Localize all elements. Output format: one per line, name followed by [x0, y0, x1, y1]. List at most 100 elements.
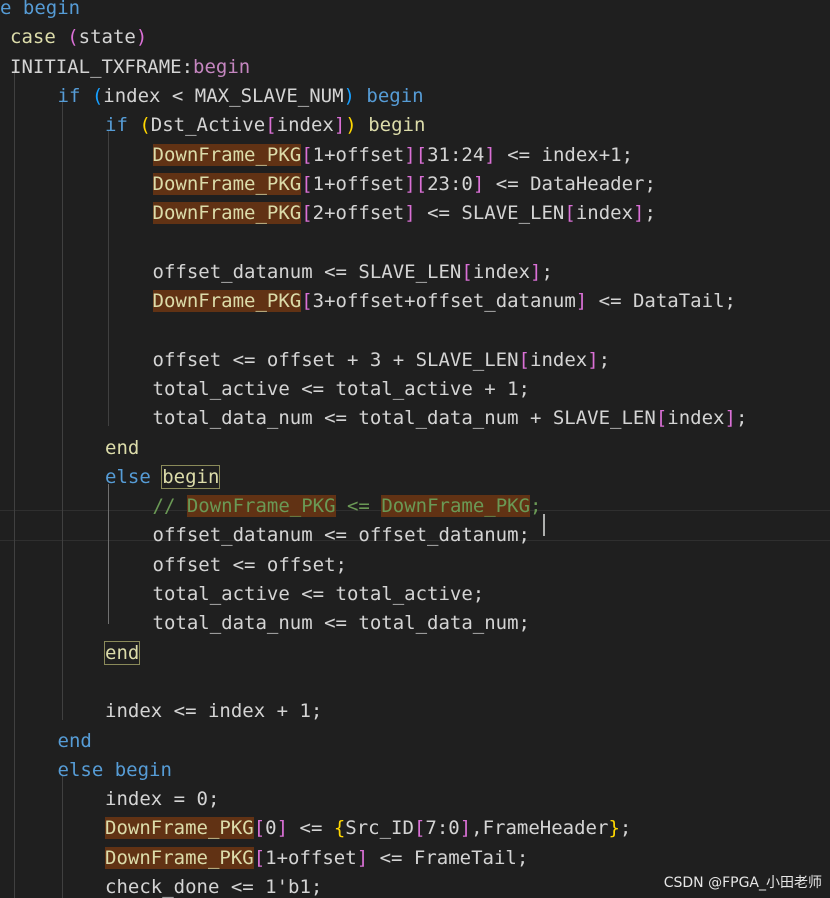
code-token: <= DataTail; — [587, 290, 736, 312]
code-token: [ — [518, 348, 530, 371]
code-line[interactable]: // DownFrame_PKG <= DownFrame_PKG; — [152, 492, 541, 521]
code-token: end — [105, 436, 140, 459]
indent-guide — [62, 776, 63, 898]
code-token: index — [575, 202, 634, 225]
indent-guide — [108, 484, 109, 624]
code-token: DownFrame_PKG — [186, 495, 336, 518]
code-line[interactable]: DownFrame_PKG[1+offset][23:0] <= DataHea… — [152, 170, 656, 199]
code-token: ] — [587, 348, 599, 371]
code-token: begin — [193, 55, 251, 78]
code-token: // — [152, 495, 187, 518]
code-token: ) — [345, 114, 357, 137]
code-line[interactable]: INITIAL_TXFRAME:begin — [10, 53, 250, 82]
code-token: begin — [161, 464, 221, 489]
code-token: DownFrame_PKG — [105, 817, 254, 840]
code-token: ] — [333, 114, 346, 137]
code-line[interactable]: total_active <= total_active + 1; — [153, 375, 531, 404]
code-token: index = 0; — [105, 788, 220, 811]
code-token: index — [472, 260, 531, 283]
code-token: ] — [404, 202, 416, 225]
code-line[interactable]: DownFrame_PKG[2+offset] <= SLAVE_LEN[ind… — [152, 199, 656, 228]
code-line[interactable]: end — [103, 639, 141, 668]
code-line[interactable]: case (state) — [10, 23, 147, 52]
code-token: 0 — [265, 817, 277, 840]
code-line[interactable]: e begin — [0, 0, 80, 23]
code-token: DownFrame_PKG — [152, 143, 302, 166]
code-token: total_data_num <= total_data_num; — [152, 612, 531, 635]
code-token: ) — [135, 26, 148, 49]
code-token: [ — [415, 172, 428, 195]
indent-guide — [62, 100, 63, 720]
code-line[interactable]: total_active <= total_active; — [153, 580, 485, 609]
code-token: ] — [724, 407, 736, 430]
code-line[interactable]: DownFrame_PKG[3+offset+offset_datanum] <… — [152, 287, 736, 316]
code-token: 3+offset+offset_datanum — [312, 290, 576, 312]
watermark: CSDN @FPGA_小田老师 — [663, 875, 822, 891]
indent-guide — [14, 70, 15, 898]
code-token: } — [608, 817, 620, 840]
code-token: [ — [413, 817, 426, 840]
code-token: case — [10, 26, 56, 49]
code-line[interactable]: end — [105, 434, 139, 463]
code-token: Dst_Active — [150, 114, 266, 137]
code-token: [ — [301, 202, 313, 225]
code-line[interactable]: end — [58, 727, 92, 756]
code-token: <= DataHeader; — [484, 172, 656, 195]
code-editor[interactable]: e begin case (state) INITIAL_TXFRAME:begin… — [0, 0, 830, 898]
code-token: check_done <= 1'b1; — [105, 876, 323, 898]
code-token: offset_datanum <= offset_datanum; — [152, 524, 531, 547]
code-token: index — [530, 348, 588, 371]
code-token: state — [78, 26, 136, 49]
code-token: ( — [139, 114, 151, 137]
code-line[interactable]: offset <= offset + 3 + SLAVE_LEN[index]; — [153, 346, 611, 375]
indent-guide — [108, 130, 109, 426]
code-token: ] — [484, 143, 496, 166]
code-line[interactable]: offset_datanum <= offset_datanum; — [153, 521, 531, 550]
code-line[interactable]: DownFrame_PKG[0] <= {Src_ID[7:0],FrameHe… — [105, 814, 631, 843]
code-token: ; — [598, 348, 611, 371]
code-line[interactable]: else begin — [105, 463, 221, 492]
code-line[interactable]: total_data_num <= total_data_num; — [153, 609, 531, 638]
code-line[interactable]: index = 0; — [105, 785, 219, 814]
code-token: ] — [575, 290, 588, 312]
code-token: ] — [404, 143, 416, 166]
code-token: offset <= offset; — [152, 553, 347, 576]
code-token: else — [57, 758, 104, 781]
code-token: offset_datanum <= SLAVE_LEN — [152, 260, 462, 283]
code-line[interactable]: if (index < MAX_SLAVE_NUM) begin — [58, 82, 424, 111]
code-token: offset <= offset + 3 + SLAVE_LEN — [152, 348, 519, 371]
code-token: index < MAX_SLAVE_NUM — [103, 84, 344, 107]
code-line[interactable]: if (Dst_Active[index]) begin — [105, 111, 425, 140]
code-token: end — [103, 640, 141, 665]
code-token: else — [105, 465, 151, 488]
code-line[interactable]: else begin — [58, 756, 172, 785]
code-token: ; — [541, 260, 553, 283]
code-token: index — [276, 114, 334, 137]
code-token: ) — [343, 84, 355, 107]
code-token: DownFrame_PKG — [381, 495, 531, 518]
code-token: end — [57, 729, 92, 752]
code-token: ] — [633, 202, 645, 225]
code-token: INITIAL_TXFRAME — [10, 55, 182, 78]
code-token: total_data_num <= total_data_num + SLAVE… — [152, 407, 656, 430]
code-token: 7:0 — [425, 817, 460, 840]
code-token: [ — [301, 143, 313, 166]
code-token: ] — [404, 172, 416, 195]
code-line[interactable]: DownFrame_PKG[1+offset] <= FrameTail; — [105, 844, 528, 873]
code-token: [ — [265, 114, 277, 137]
code-token: ( — [91, 84, 104, 107]
code-line[interactable]: total_data_num <= total_data_num + SLAVE… — [153, 404, 748, 433]
code-token: if — [105, 114, 128, 137]
code-token: e begin — [0, 0, 81, 19]
code-line[interactable]: check_done <= 1'b1; — [105, 873, 322, 898]
code-token: <= index+1; — [495, 143, 634, 166]
code-line[interactable]: offset_datanum <= SLAVE_LEN[index]; — [153, 258, 553, 287]
code-line[interactable]: index <= index + 1; — [105, 697, 322, 726]
code-line[interactable]: DownFrame_PKG[1+offset][31:24] <= index+… — [152, 141, 634, 170]
code-token: <= — [335, 495, 382, 518]
code-line[interactable]: offset <= offset; — [153, 551, 347, 580]
code-token: ; — [735, 407, 748, 430]
